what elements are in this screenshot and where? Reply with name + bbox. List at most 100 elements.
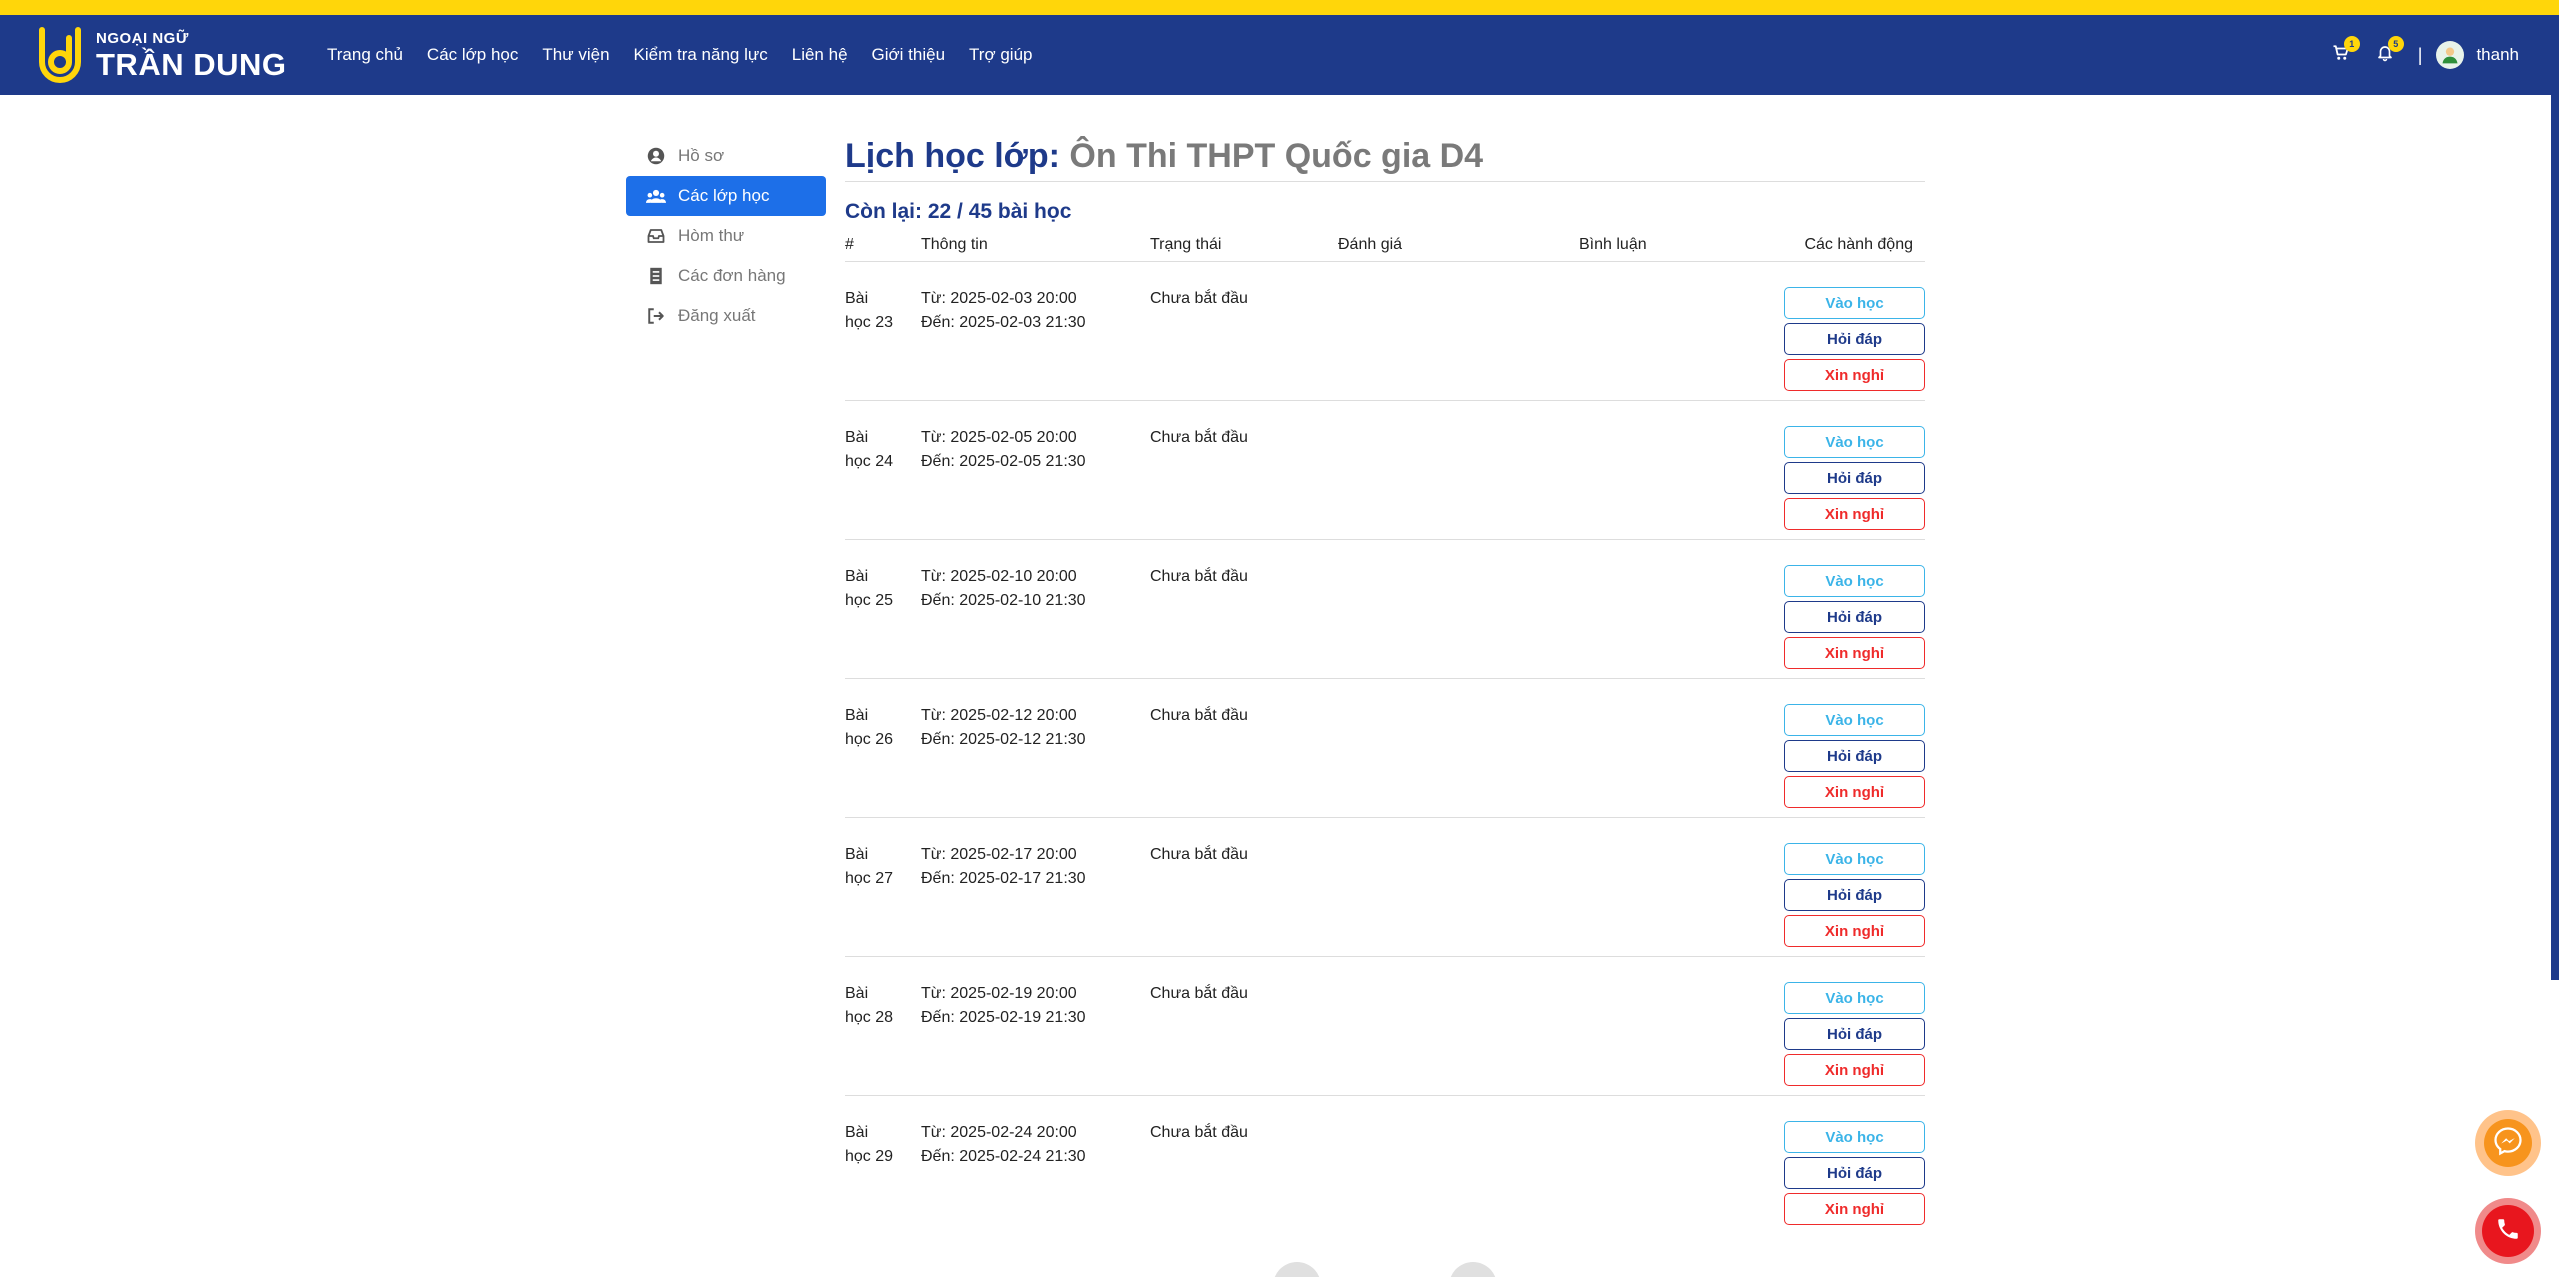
table-row: Bài học 25 Từ: 2025-02-10 20:00 Đến: 2025-… bbox=[845, 540, 1925, 679]
request-absence-button[interactable]: Xin nghỉ bbox=[1784, 1054, 1925, 1086]
join-lesson-button[interactable]: Vào học bbox=[1784, 704, 1925, 736]
lesson-label: Bài bbox=[845, 568, 869, 585]
receipt-icon bbox=[646, 266, 666, 286]
messenger-icon bbox=[2493, 1126, 2523, 1161]
lesson-status: Chưa bắt đầu bbox=[1150, 290, 1248, 307]
notifications-button[interactable]: 5 bbox=[2370, 36, 2404, 70]
nav-separator: | bbox=[2417, 44, 2423, 65]
sidebar-item-profile[interactable]: Hồ sơ bbox=[626, 136, 826, 176]
column-header-info: Thông tin bbox=[921, 235, 988, 253]
request-absence-button[interactable]: Xin nghỉ bbox=[1784, 359, 1925, 391]
lesson-number: học 29 bbox=[845, 1148, 894, 1165]
remaining-lessons: Còn lại: 22 / 45 bài học bbox=[845, 200, 1072, 223]
nav-item-contact[interactable]: Liên hệ bbox=[792, 45, 848, 65]
pagination-prev-button[interactable] bbox=[1273, 1262, 1321, 1277]
qa-button[interactable]: Hỏi đáp bbox=[1784, 601, 1925, 633]
lesson-start-time: Từ: 2025-02-12 20:00 bbox=[921, 707, 1077, 724]
nav-item-classes[interactable]: Các lớp học bbox=[427, 45, 518, 65]
table-row: Bài học 27 Từ: 2025-02-17 20:00 Đến: 2025-… bbox=[845, 818, 1925, 957]
nav-item-library[interactable]: Thư viện bbox=[542, 45, 609, 65]
sidebar-item-inbox[interactable]: Hòm thư bbox=[626, 216, 826, 256]
qa-button[interactable]: Hỏi đáp bbox=[1784, 879, 1925, 911]
qa-button[interactable]: Hỏi đáp bbox=[1784, 1018, 1925, 1050]
column-header-status: Trạng thái bbox=[1150, 235, 1222, 253]
sidebar-item-label: Đăng xuất bbox=[678, 306, 756, 325]
lesson-label: Bài bbox=[845, 707, 869, 724]
table-header: # Thông tin Trạng thái Đánh giá Bình luậ… bbox=[845, 228, 1925, 262]
nav-item-about[interactable]: Giới thiệu bbox=[872, 45, 946, 65]
sidebar-item-label: Các lớp học bbox=[678, 186, 770, 205]
qa-button[interactable]: Hỏi đáp bbox=[1784, 462, 1925, 494]
table-row: Bài học 26 Từ: 2025-02-12 20:00 Đến: 2025-… bbox=[845, 679, 1925, 818]
lesson-start-time: Từ: 2025-02-05 20:00 bbox=[921, 429, 1077, 446]
logo-mark-icon bbox=[36, 26, 92, 84]
join-lesson-button[interactable]: Vào học bbox=[1784, 287, 1925, 319]
sidebar-item-classes[interactable]: Các lớp học bbox=[626, 176, 826, 216]
sidebar-item-logout[interactable]: Đăng xuất bbox=[626, 296, 826, 336]
lesson-number: học 26 bbox=[845, 731, 894, 748]
top-accent-stripe bbox=[0, 0, 2559, 15]
column-header-comment: Bình luận bbox=[1579, 235, 1647, 253]
column-header-number: # bbox=[845, 235, 854, 253]
request-absence-button[interactable]: Xin nghỉ bbox=[1784, 498, 1925, 530]
sidebar-item-label: Hồ sơ bbox=[678, 146, 725, 165]
user-menu[interactable]: thanh bbox=[2436, 41, 2519, 69]
call-button[interactable] bbox=[2475, 1198, 2541, 1264]
join-lesson-button[interactable]: Vào học bbox=[1784, 982, 1925, 1014]
pagination-next-button[interactable] bbox=[1449, 1262, 1497, 1277]
qa-button[interactable]: Hỏi đáp bbox=[1784, 740, 1925, 772]
username-label: thanh bbox=[2476, 45, 2519, 64]
lesson-status: Chưa bắt đầu bbox=[1150, 1124, 1248, 1141]
page-scrollbar[interactable] bbox=[2551, 95, 2559, 980]
nav-item-help[interactable]: Trợ giúp bbox=[969, 45, 1032, 65]
qa-button[interactable]: Hỏi đáp bbox=[1784, 1157, 1925, 1189]
brand-logo[interactable]: NGOẠI NGỮ TRẦN DUNG bbox=[36, 25, 287, 85]
nav-item-assessment[interactable]: Kiểm tra năng lực bbox=[634, 45, 768, 65]
lesson-number: học 24 bbox=[845, 453, 894, 470]
lesson-end-time: Đến: 2025-02-03 21:30 bbox=[921, 314, 1086, 331]
lesson-label: Bài bbox=[845, 290, 869, 307]
sidebar-item-label: Các đơn hàng bbox=[678, 266, 786, 285]
lesson-label: Bài bbox=[845, 846, 869, 863]
qa-button[interactable]: Hỏi đáp bbox=[1784, 323, 1925, 355]
lesson-start-time: Từ: 2025-02-19 20:00 bbox=[921, 985, 1077, 1002]
cart-button[interactable]: 1 bbox=[2326, 36, 2360, 70]
request-absence-button[interactable]: Xin nghỉ bbox=[1784, 776, 1925, 808]
nav-item-home[interactable]: Trang chủ bbox=[327, 45, 403, 65]
join-lesson-button[interactable]: Vào học bbox=[1784, 426, 1925, 458]
request-absence-button[interactable]: Xin nghỉ bbox=[1784, 915, 1925, 947]
logout-icon bbox=[646, 306, 666, 326]
join-lesson-button[interactable]: Vào học bbox=[1784, 1121, 1925, 1153]
page-title: Lịch học lớp: Ôn Thi THPT Quốc gia D4 bbox=[845, 130, 1925, 182]
lesson-end-time: Đến: 2025-02-10 21:30 bbox=[921, 592, 1086, 609]
brand-big-text: TRẦN DUNG bbox=[96, 46, 287, 82]
request-absence-button[interactable]: Xin nghỉ bbox=[1784, 637, 1925, 669]
lesson-number: học 25 bbox=[845, 592, 894, 609]
table-row: Bài học 28 Từ: 2025-02-19 20:00 Đến: 2025-… bbox=[845, 957, 1925, 1096]
schedule-main: Lịch học lớp: Ôn Thi THPT Quốc gia D4 Cò… bbox=[845, 130, 1925, 1235]
table-row: Bài học 29 Từ: 2025-02-24 20:00 Đến: 2025-… bbox=[845, 1096, 1925, 1235]
lesson-status: Chưa bắt đầu bbox=[1150, 429, 1248, 446]
lesson-start-time: Từ: 2025-02-10 20:00 bbox=[921, 568, 1077, 585]
join-lesson-button[interactable]: Vào học bbox=[1784, 565, 1925, 597]
cart-count-badge: 1 bbox=[2343, 36, 2360, 52]
lesson-end-time: Đến: 2025-02-05 21:30 bbox=[921, 453, 1086, 470]
avatar bbox=[2436, 41, 2465, 69]
lesson-status: Chưa bắt đầu bbox=[1150, 846, 1248, 863]
brand-small-text: NGOẠI NGỮ bbox=[96, 29, 189, 47]
lesson-label: Bài bbox=[845, 1124, 869, 1141]
request-absence-button[interactable]: Xin nghỉ bbox=[1784, 1193, 1925, 1225]
lesson-number: học 23 bbox=[845, 314, 894, 331]
lesson-end-time: Đến: 2025-02-19 21:30 bbox=[921, 1009, 1086, 1026]
join-lesson-button[interactable]: Vào học bbox=[1784, 843, 1925, 875]
class-name: Ôn Thi THPT Quốc gia D4 bbox=[1069, 137, 1484, 175]
lesson-number: học 27 bbox=[845, 870, 894, 887]
page-title-prefix: Lịch học lớp: bbox=[845, 137, 1060, 175]
inbox-icon bbox=[646, 226, 666, 246]
user-circle-icon bbox=[646, 146, 666, 166]
lesson-status: Chưa bắt đầu bbox=[1150, 707, 1248, 724]
sidebar-item-orders[interactable]: Các đơn hàng bbox=[626, 256, 826, 296]
messenger-chat-button[interactable] bbox=[2475, 1110, 2541, 1176]
column-header-rating: Đánh giá bbox=[1338, 235, 1403, 253]
account-sidebar: Hồ sơ Các lớp học Hòm thư Các đơn hàng Đ… bbox=[626, 136, 826, 336]
